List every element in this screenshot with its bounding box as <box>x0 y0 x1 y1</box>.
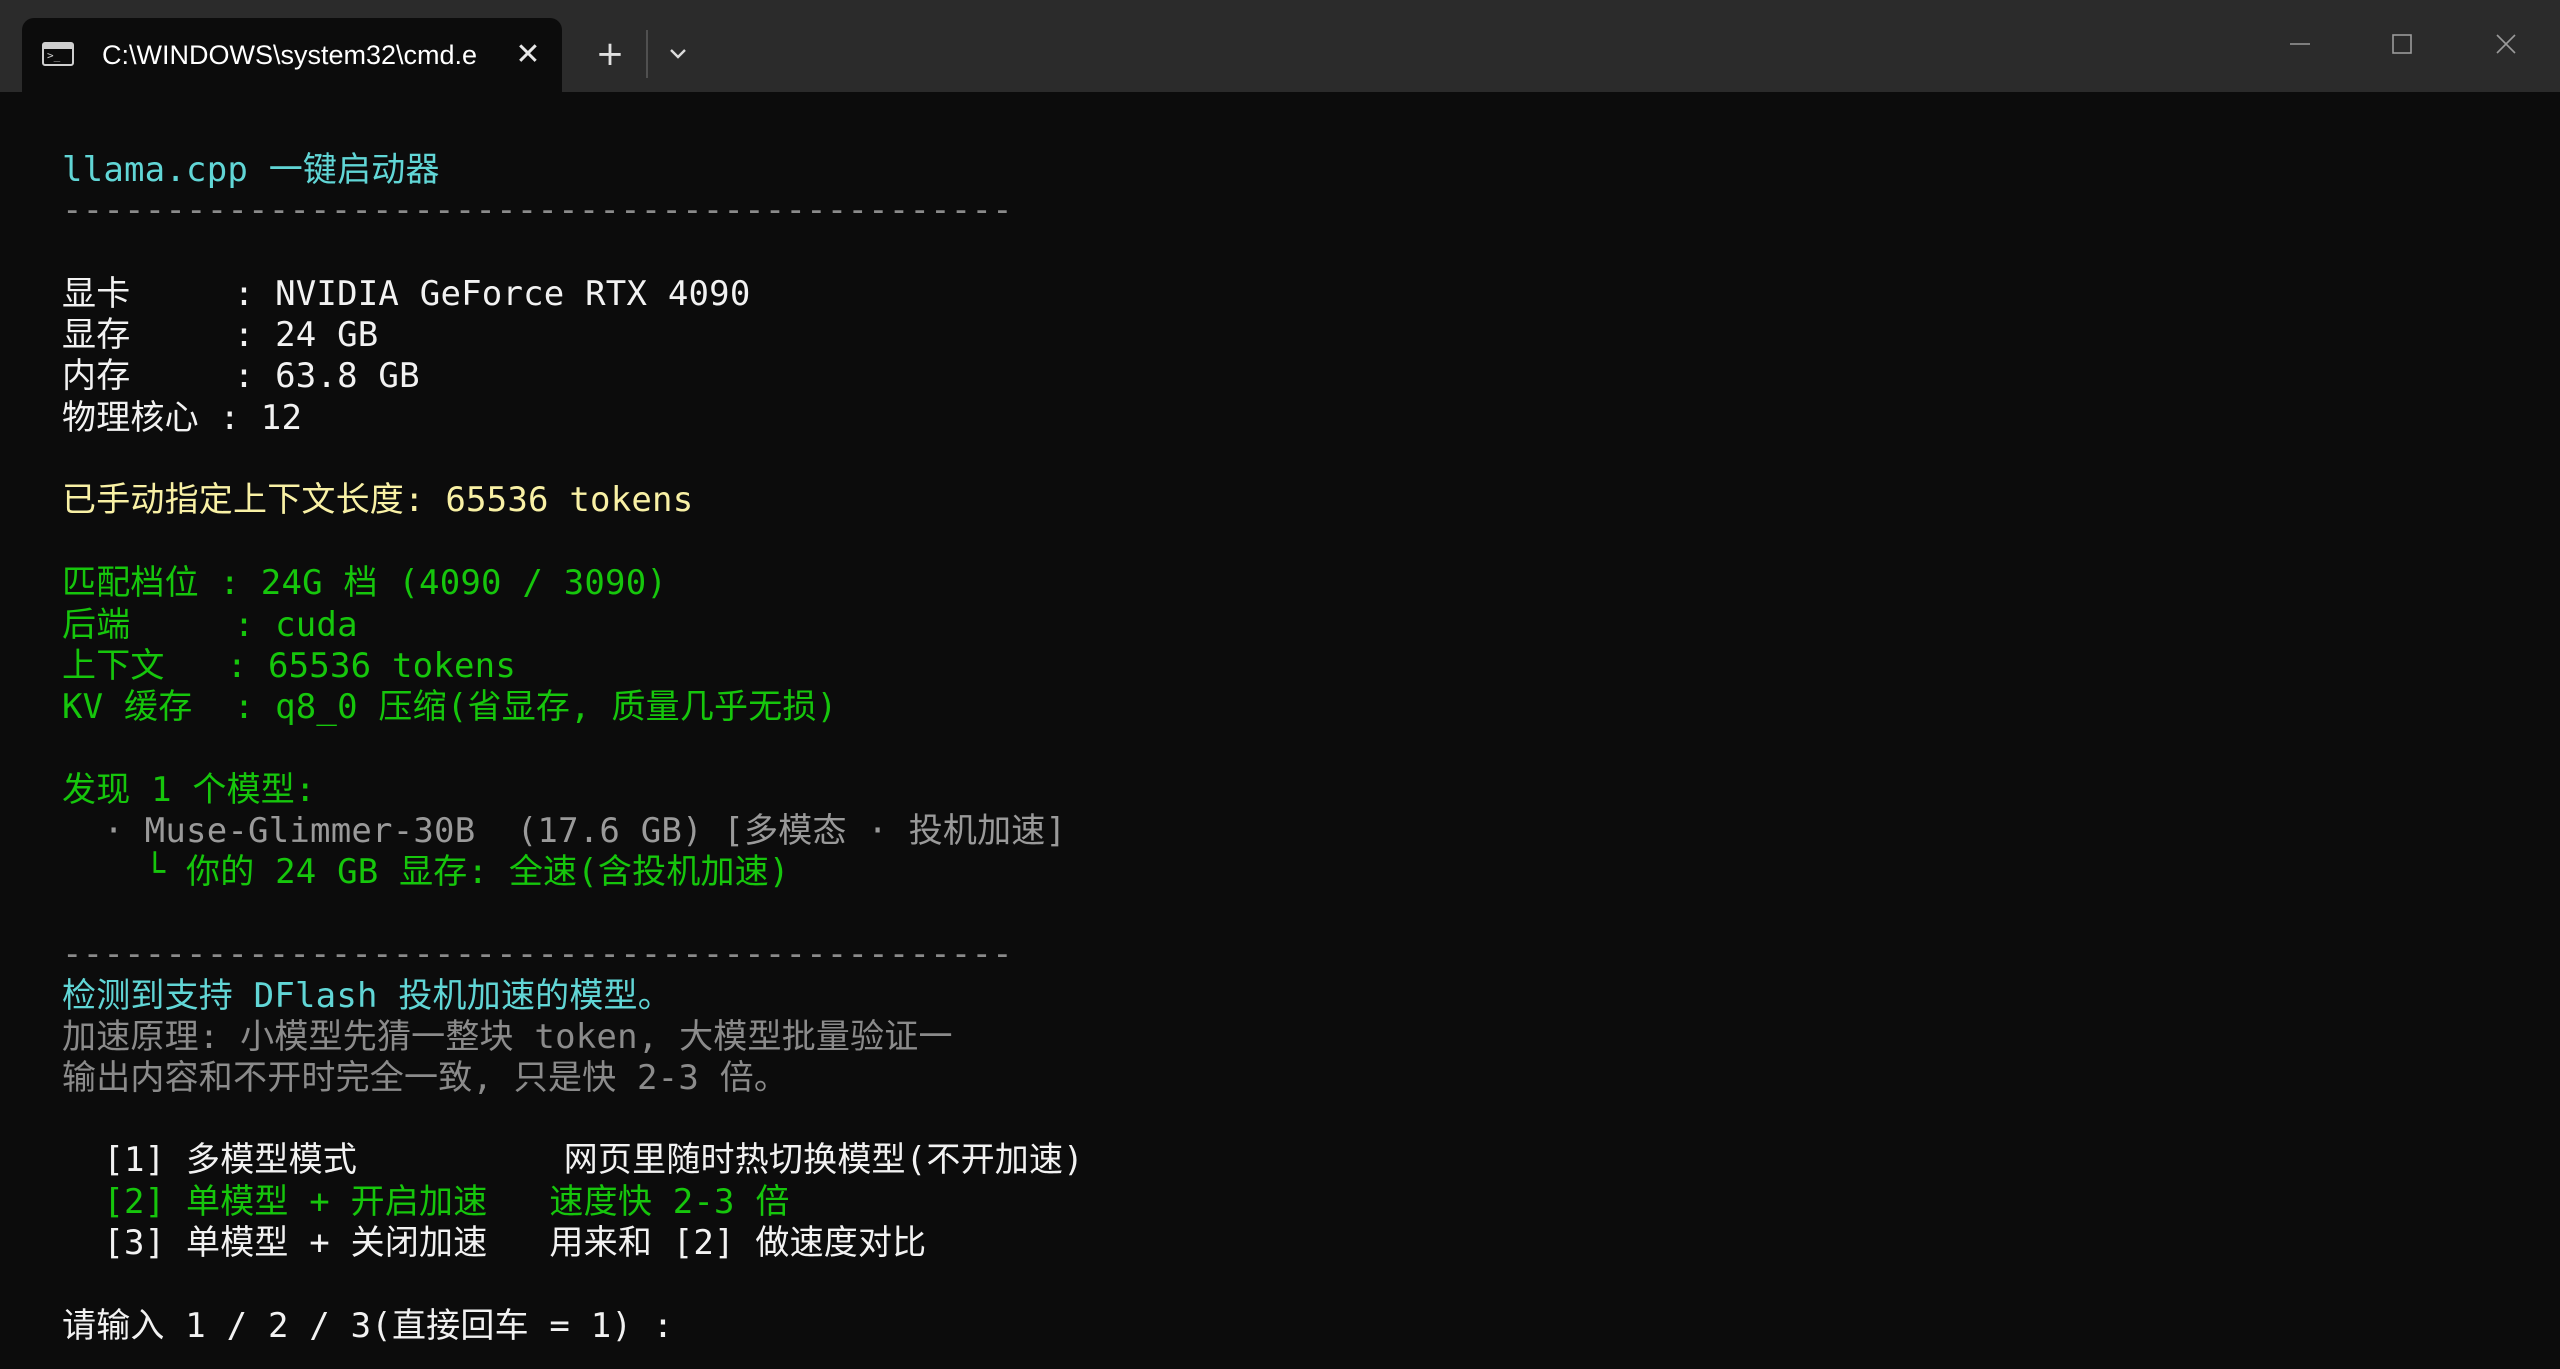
chevron-down-icon[interactable] <box>656 32 700 76</box>
terminal-output[interactable]: llama.cpp 一键启动器 ------------------------… <box>62 150 2502 1360</box>
dflash-detected: 检测到支持 DFlash 投机加速的模型。 <box>62 976 672 1016</box>
tab-cmd[interactable]: >_ C:\WINDOWS\system32\cmd.e ✕ <box>22 18 562 92</box>
model-status: └ 你的 24 GB 显存: 全速(含投机加速) <box>62 852 790 892</box>
tab-separator <box>646 30 648 78</box>
title-bar[interactable]: >_ C:\WINDOWS\system32\cmd.e ✕ + <box>0 0 2560 92</box>
match-tier: 匹配档位 : 24G 档 (4090 / 3090) <box>62 563 668 603</box>
input-prompt[interactable]: 请输入 1 / 2 / 3(直接回车 = 1) : <box>62 1306 694 1346</box>
maximize-button[interactable] <box>2362 14 2442 74</box>
divider-top: ----------------------------------------… <box>62 190 1013 230</box>
ram-info: 内存 : 63.8 GB <box>62 356 420 396</box>
model-entry: · Muse-Glimmer-30B (17.6 GB) [多模态 · 投机加速… <box>62 811 1067 851</box>
close-window-button[interactable] <box>2466 14 2546 74</box>
new-tab-button[interactable]: + <box>584 32 636 76</box>
context-set-message: 已手动指定上下文长度: 65536 tokens <box>62 480 694 520</box>
option-3: [3] 单模型 + 关闭加速 用来和 [2] 做速度对比 <box>62 1223 927 1263</box>
tab-title: C:\WINDOWS\system32\cmd.e <box>102 40 478 70</box>
vram-info: 显存 : 24 GB <box>62 315 379 355</box>
close-tab-icon[interactable]: ✕ <box>508 35 548 75</box>
terminal-window: >_ C:\WINDOWS\system32\cmd.e ✕ + llama.c… <box>0 0 2560 1369</box>
backend-info: 后端 : cuda <box>62 605 358 645</box>
models-found: 发现 1 个模型: <box>62 770 316 810</box>
principle-line-1: 加速原理: 小模型先猜一整块 token, 大模型批量验证一 <box>62 1017 953 1057</box>
option-1: [1] 多模型模式 网页里随时热切换模型(不开加速) <box>62 1140 1084 1180</box>
kv-cache-info: KV 缓存 : q8_0 压缩(省显存, 质量几乎无损) <box>62 687 838 727</box>
option-2: [2] 单模型 + 开启加速 速度快 2-3 倍 <box>62 1182 790 1222</box>
principle-line-2: 输出内容和不开时完全一致, 只是快 2-3 倍。 <box>62 1058 789 1098</box>
launcher-title: llama.cpp 一键启动器 <box>62 150 440 190</box>
minimize-button[interactable] <box>2260 14 2340 74</box>
gpu-info: 显卡 : NVIDIA GeForce RTX 4090 <box>62 274 751 314</box>
context-info: 上下文 : 65536 tokens <box>62 646 516 686</box>
divider-middle: ----------------------------------------… <box>62 934 1013 974</box>
cores-info: 物理核心 : 12 <box>62 398 303 438</box>
terminal-icon: >_ <box>42 42 74 66</box>
